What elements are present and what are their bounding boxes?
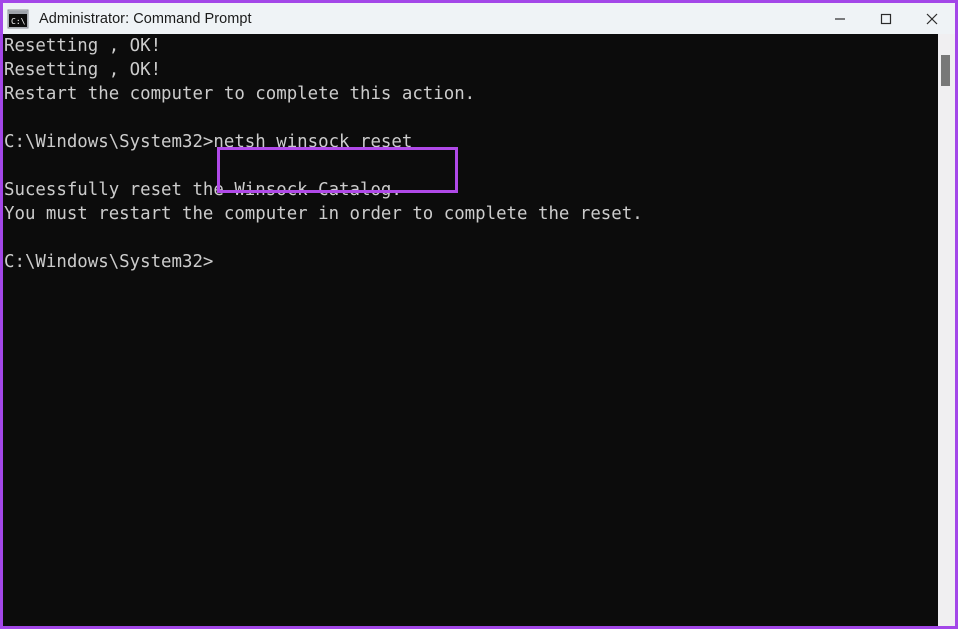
command-prompt-icon: C:\ — [7, 9, 29, 28]
close-button[interactable] — [909, 3, 955, 34]
command-prompt-window: C:\ Administrator: Command Prompt Resett… — [0, 0, 958, 629]
close-icon — [926, 13, 938, 24]
minimize-button[interactable] — [817, 3, 863, 34]
minimize-icon — [835, 17, 845, 20]
svg-text:C:\: C:\ — [11, 17, 26, 26]
scrollbar-thumb[interactable] — [941, 55, 950, 86]
title-bar[interactable]: C:\ Administrator: Command Prompt — [3, 3, 955, 34]
maximize-icon — [880, 13, 892, 24]
window-controls — [817, 3, 955, 34]
window-title: Administrator: Command Prompt — [39, 10, 252, 27]
console-output-area[interactable]: Resetting , OK! Resetting , OK! Restart … — [3, 34, 955, 626]
console-text: Resetting , OK! Resetting , OK! Restart … — [4, 36, 643, 272]
vertical-scrollbar[interactable] — [938, 34, 955, 626]
maximize-button[interactable] — [863, 3, 909, 34]
